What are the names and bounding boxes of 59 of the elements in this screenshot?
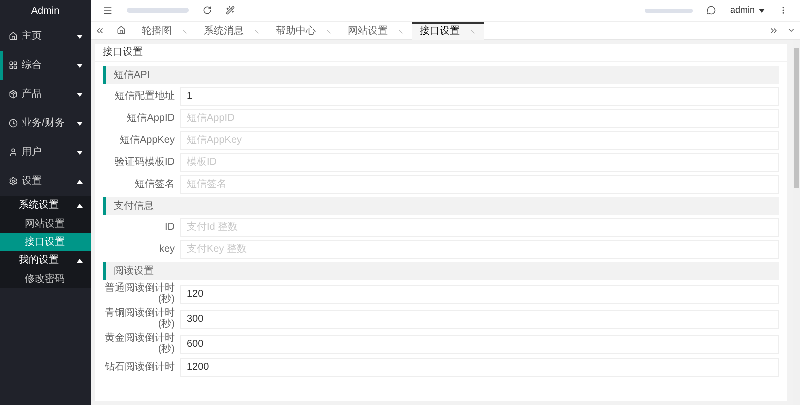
caret-icon [77,204,83,208]
field-label: ID [164,222,175,233]
submenu-group[interactable]: 系统设置 [0,196,91,215]
sidebar-item[interactable]: 产品 [0,80,91,109]
panel-title: 接口设置 [95,44,787,62]
field-label: 普通阅读倒计时(秒) [104,283,175,305]
scroll-left-icon[interactable] [95,26,105,36]
input-field[interactable]: 300 [180,310,779,328]
input-field[interactable]: 1 [180,87,779,106]
settings-icon [9,177,18,186]
submenu-group[interactable]: 我的设置 [0,251,91,270]
sidebar-item[interactable]: 用户 [0,138,91,167]
caret-icon [77,258,83,262]
field-label: key [158,244,175,255]
user-menu[interactable]: admin [730,4,765,18]
tab[interactable]: 系统消息 [196,22,268,40]
field-label: 短信签名 [134,179,175,190]
caret-icon [77,34,83,38]
section-header: 阅读设置 [103,262,779,280]
submenu-item[interactable]: 接口设置 [0,233,91,251]
field-label: 短信配置地址 [114,91,175,102]
field-label: 短信AppKey [118,135,175,146]
app-title: Admin [30,4,61,18]
input-field[interactable]: 600 [180,334,779,354]
sidebar-item[interactable]: 设置 [0,167,91,196]
field-label: 黄金阅读倒计时(秒) [104,333,175,355]
input-field[interactable]: 1200 [180,358,779,377]
chat-icon[interactable] [707,6,716,15]
home-icon [9,32,18,41]
input-field[interactable]: 120 [180,284,779,304]
grid-icon [9,61,18,70]
field-label: 青铜阅读倒计时(秒) [104,308,175,330]
box-icon [9,90,18,99]
home-tab-icon[interactable] [117,26,126,35]
tab[interactable]: 轮播图 [134,22,196,40]
caret-icon [77,122,83,126]
field-label: 钻石阅读倒计时 [104,362,175,373]
dropdown-icon[interactable] [787,26,796,35]
caret-icon [77,92,83,96]
tab[interactable]: 帮助中心 [268,22,340,40]
menu-icon[interactable] [103,6,113,16]
field-label: 短信AppID [126,113,175,124]
section-header: 短信API [103,66,779,84]
tab[interactable]: 接口设置 [412,22,484,40]
user-icon [9,148,18,157]
caret-icon [77,150,83,154]
wand-icon[interactable] [226,6,235,15]
section-header: 支付信息 [103,197,779,215]
tab[interactable]: 网站设置 [340,22,412,40]
clock-icon [9,119,18,128]
submenu-item[interactable]: 修改密码 [0,270,91,288]
sidebar-item[interactable]: 主页 [0,22,91,51]
submenu-item[interactable]: 网站设置 [0,215,91,233]
sidebar-item[interactable]: 业务/财务 [0,109,91,138]
caret-icon [77,180,83,184]
refresh-icon[interactable] [203,6,212,15]
field-label: 验证码模板ID [114,157,175,168]
scroll-right-icon[interactable] [769,26,779,36]
caret-icon [77,64,83,68]
